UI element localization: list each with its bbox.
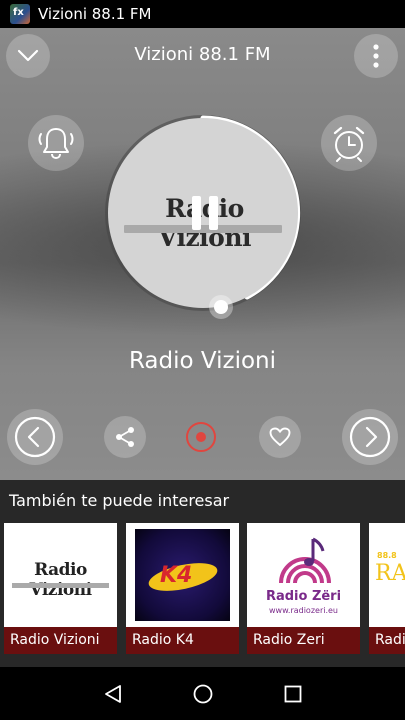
system-navigation-bar: [0, 667, 405, 720]
station-card-logo-text: Radio Vizioni: [29, 560, 92, 600]
back-icon[interactable]: [103, 684, 123, 704]
status-bar-title: Vizioni 88.1 FM: [38, 5, 152, 23]
next-button[interactable]: [342, 409, 398, 465]
bell-icon: [38, 128, 74, 160]
station-card-label: Radio Zeri: [247, 627, 360, 654]
station-card-label: Radio Vizioni: [4, 627, 117, 654]
vinyl-record-logo: [279, 537, 331, 584]
station-card[interactable]: Radio Vizioni Radio Vizioni: [4, 523, 117, 654]
share-icon: [116, 427, 134, 447]
player-panel: Vizioni 88.1 FM Radio Vizioni Radio Vizi…: [0, 28, 405, 480]
station-card-logo: Radio Vizioni: [4, 523, 117, 627]
station-card-logo-url: www.radiozeri.eu: [269, 606, 338, 615]
heart-outline-icon: [269, 427, 291, 446]
alarm-button[interactable]: [321, 115, 377, 171]
recommendations-section: También te puede interesar Radio Vizioni…: [0, 480, 405, 667]
station-artwork[interactable]: Radio Vizioni: [108, 118, 298, 308]
recommendations-carousel[interactable]: Radio Vizioni Radio Vizioni K4 Radio K4: [0, 523, 405, 655]
recommendations-heading: También te puede interesar: [9, 491, 230, 510]
station-card-logo: Radio Zëri www.radiozeri.eu: [247, 523, 360, 627]
station-card-logo-text: RA: [375, 561, 405, 586]
record-icon: [196, 432, 206, 442]
station-card-label: Radio K4: [126, 627, 239, 654]
share-button[interactable]: [104, 416, 146, 458]
home-icon[interactable]: [192, 683, 214, 705]
station-card-logo-text: K4: [160, 563, 193, 588]
station-card-label: Radio: [369, 627, 405, 654]
notification-button[interactable]: [28, 115, 84, 171]
previous-button[interactable]: [7, 409, 63, 465]
record-button[interactable]: [186, 422, 216, 452]
chevron-down-icon: [17, 49, 39, 62]
more-vert-icon: [373, 44, 379, 68]
progress-handle[interactable]: [209, 295, 233, 319]
station-card[interactable]: K4 Radio K4: [126, 523, 239, 654]
station-name: Radio Vizioni: [128, 348, 277, 374]
recents-icon[interactable]: [283, 684, 303, 704]
station-card-logo-text: Radio Zëri: [265, 589, 342, 604]
pause-icon[interactable]: [188, 196, 222, 230]
station-card[interactable]: 88.8 RA Radio: [369, 523, 405, 654]
status-bar: fx Vizioni 88.1 FM: [0, 0, 405, 28]
collapse-button[interactable]: [6, 34, 50, 78]
alarm-clock-icon: [333, 126, 365, 162]
chevron-left-circle-icon: [14, 416, 56, 458]
favorite-button[interactable]: [259, 416, 301, 458]
chevron-right-circle-icon: [349, 416, 391, 458]
app-logo-icon: fx: [10, 4, 30, 24]
more-options-button[interactable]: [354, 34, 398, 78]
station-card[interactable]: Radio Zëri www.radiozeri.eu Radio Zeri: [247, 523, 360, 654]
station-card-logo: K4: [126, 523, 239, 627]
station-card-logo: 88.8 RA: [369, 523, 405, 627]
page-title: Vizioni 88.1 FM: [134, 44, 271, 65]
